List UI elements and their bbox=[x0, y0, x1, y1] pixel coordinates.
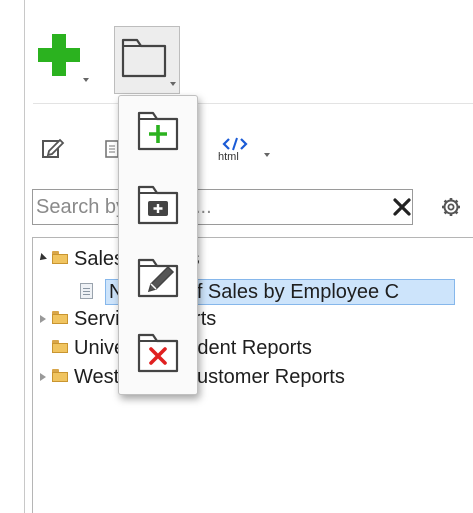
rename-folder-button[interactable] bbox=[134, 253, 182, 301]
chevron-down-icon bbox=[170, 82, 176, 86]
folder-icon bbox=[121, 38, 167, 78]
folder-menu-dropdown bbox=[118, 95, 198, 395]
chevron-down-icon bbox=[264, 153, 270, 157]
folder-edit-icon bbox=[137, 258, 179, 298]
expand-toggle-icon[interactable] bbox=[40, 373, 46, 381]
new-subfolder-button[interactable] bbox=[134, 180, 182, 228]
expand-toggle-icon[interactable] bbox=[40, 315, 46, 323]
html-label: html bbox=[218, 151, 239, 163]
folder-icon bbox=[52, 340, 68, 353]
folder-icon bbox=[52, 311, 68, 324]
add-button[interactable] bbox=[38, 34, 98, 92]
edit-icon bbox=[42, 138, 65, 158]
folder-menu-button[interactable] bbox=[114, 26, 180, 94]
folder-icon bbox=[52, 251, 68, 264]
tree-node-label: West Coast Customer Reports bbox=[74, 366, 345, 388]
gear-icon[interactable] bbox=[440, 196, 462, 218]
folder-delete-icon bbox=[137, 333, 179, 373]
close-icon[interactable] bbox=[391, 196, 413, 218]
report-file-icon bbox=[80, 283, 93, 299]
edit-report-button[interactable] bbox=[40, 135, 66, 167]
html-export-button[interactable]: html bbox=[218, 135, 274, 167]
toolbar-divider bbox=[33, 103, 473, 104]
search-box bbox=[32, 189, 413, 225]
chevron-down-icon bbox=[83, 78, 89, 82]
code-icon bbox=[222, 137, 248, 151]
folder-add-icon bbox=[137, 185, 179, 225]
new-folder-button[interactable] bbox=[134, 106, 182, 154]
folder-plus-icon bbox=[137, 111, 179, 151]
search-input[interactable] bbox=[35, 192, 381, 222]
delete-folder-button[interactable] bbox=[134, 328, 182, 376]
folder-icon bbox=[52, 369, 68, 382]
